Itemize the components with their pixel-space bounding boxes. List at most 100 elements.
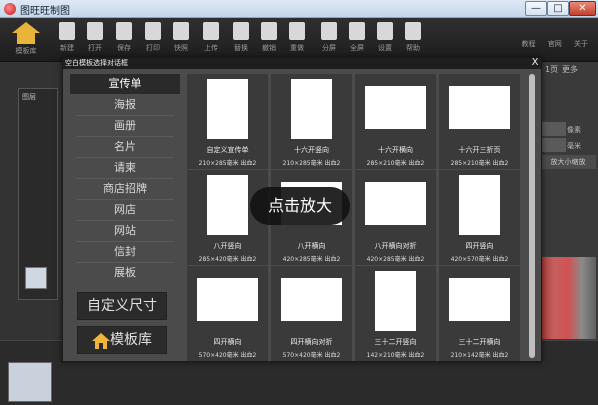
- category-online-store[interactable]: 网店: [70, 200, 180, 220]
- gear-icon: [377, 22, 393, 40]
- toolbar-label: 打开: [88, 44, 102, 52]
- page-indicator: 1页: [545, 65, 559, 74]
- category-display-board[interactable]: 展板: [70, 263, 180, 283]
- main-toolbar: 模板库 新建 打开 保存 打印 快照 上传 替换 撤销 重做 分屏 全屏 设置 帮助 教程 官网 关于: [0, 18, 598, 62]
- template-card[interactable]: 十六开竖向 210×285毫米 出血2: [271, 74, 352, 169]
- template-name: 八开竖向: [213, 242, 242, 250]
- toolbar-button-replace[interactable]: 替换: [228, 22, 254, 60]
- paper-preview: [197, 278, 258, 321]
- template-name: 四开横向对折: [290, 338, 333, 346]
- zoom-hint-tooltip: 点击放大: [250, 187, 350, 225]
- toolbar-button-new-file[interactable]: 新建: [54, 22, 80, 60]
- template-name: 四开竖向: [465, 242, 494, 250]
- paper-preview: [207, 175, 248, 235]
- height-field[interactable]: [540, 138, 566, 152]
- dialog-close-button[interactable]: X: [529, 57, 541, 69]
- toolbar-button-help[interactable]: 帮助: [400, 22, 426, 60]
- upload-icon: [203, 22, 219, 40]
- template-size: 142×210毫米 出血2: [366, 352, 425, 359]
- custom-size-button[interactable]: 自定义尺寸: [77, 292, 167, 320]
- camera-icon: [173, 22, 189, 40]
- toolbar-button-undo[interactable]: 撤销: [256, 22, 282, 60]
- toolbar-button-folder[interactable]: 打开: [82, 22, 108, 60]
- template-size: 285×210毫米 出血2: [450, 160, 509, 167]
- link-tutorial[interactable]: 教程: [522, 40, 536, 48]
- category-business-card[interactable]: 名片: [70, 137, 180, 157]
- minimize-button[interactable]: —: [525, 1, 547, 16]
- template-library-logo-button[interactable]: 模板库: [6, 22, 46, 60]
- toolbar-button-print[interactable]: 打印: [140, 22, 166, 60]
- paper-preview: [449, 278, 510, 321]
- top-links: 教程 官网 关于: [512, 39, 588, 49]
- toolbar-label: 打印: [146, 44, 160, 52]
- toolbar-button-gear[interactable]: 设置: [372, 22, 398, 60]
- window-titlebar: 图旺旺制图 — □ ✕: [0, 0, 598, 18]
- template-name: 八开横向对折: [374, 242, 417, 250]
- replace-icon: [233, 22, 249, 40]
- paper-preview: [207, 79, 248, 139]
- template-size: 285×210毫米 出血2: [366, 160, 425, 167]
- layers-panel: 图层: [18, 88, 58, 300]
- template-size: 285×420毫米 出血2: [198, 256, 257, 263]
- toolbar-button-split[interactable]: 分屏: [316, 22, 342, 60]
- category-poster[interactable]: 海报: [70, 95, 180, 115]
- category-website[interactable]: 网站: [70, 221, 180, 241]
- template-card[interactable]: 四开横向 570×420毫米 出血2: [187, 266, 268, 361]
- maximize-button[interactable]: □: [547, 1, 569, 16]
- template-card[interactable]: 三十二开竖向 142×210毫米 出血2: [355, 266, 436, 361]
- template-card[interactable]: 八开横向对折 420×285毫米 出血2: [355, 170, 436, 265]
- toolbar-label: 保存: [117, 44, 131, 52]
- paper-preview: [459, 175, 500, 235]
- paper-preview: [281, 278, 342, 321]
- template-size: 210×142毫米 出血2: [450, 352, 509, 359]
- layer-thumbnail[interactable]: [25, 267, 47, 289]
- paper-preview: [449, 86, 510, 129]
- fullscreen-icon: [349, 22, 365, 40]
- link-website[interactable]: 官网: [548, 40, 562, 48]
- template-size: 420×285毫米 出血2: [366, 256, 425, 263]
- undo-icon: [261, 22, 277, 40]
- category-invitation[interactable]: 请柬: [70, 158, 180, 178]
- redo-icon: [289, 22, 305, 40]
- template-card[interactable]: 自定义宣传单 210×285毫米 出血2: [187, 74, 268, 169]
- toolbar-button-camera[interactable]: 快照: [168, 22, 194, 60]
- new-file-icon: [59, 22, 75, 40]
- category-flyer[interactable]: 宣传单: [70, 74, 180, 94]
- template-name: 自定义宣传单: [206, 146, 249, 154]
- link-about[interactable]: 关于: [574, 40, 588, 48]
- template-card[interactable]: 四开横向对折 570×420毫米 出血2: [271, 266, 352, 361]
- toolbar-label: 上传: [204, 44, 218, 52]
- template-card[interactable]: 三十二开横向 210×142毫米 出血2: [439, 266, 520, 361]
- color-palette[interactable]: [540, 257, 596, 339]
- category-brochure[interactable]: 画册: [70, 116, 180, 136]
- folder-icon: [87, 22, 103, 40]
- paper-preview: [375, 271, 416, 331]
- toolbar-button-redo[interactable]: 重做: [284, 22, 310, 60]
- toolbar-button-fullscreen[interactable]: 全屏: [344, 22, 370, 60]
- template-card[interactable]: 十六开横向 285×210毫米 出血2: [355, 74, 436, 169]
- dialog-title: 空白模板选择对话框: [65, 59, 128, 67]
- template-card[interactable]: 十六开三折页 285×210毫米 出血2: [439, 74, 520, 169]
- category-envelope[interactable]: 信封: [70, 242, 180, 262]
- template-size: 210×285毫米 出血2: [282, 160, 341, 167]
- template-name: 三十二开横向: [458, 338, 501, 346]
- template-scrollbar[interactable]: [529, 74, 535, 358]
- category-shop-sign[interactable]: 商店招牌: [70, 179, 180, 199]
- toolbar-label: 重做: [290, 44, 304, 52]
- more-menu[interactable]: 更多: [562, 64, 578, 75]
- toolbar-button-save[interactable]: 保存: [111, 22, 137, 60]
- paper-preview: [291, 79, 332, 139]
- template-library-button[interactable]: 模板库: [77, 326, 167, 354]
- template-name: 八开横向: [297, 242, 326, 250]
- template-grid: 自定义宣传单 210×285毫米 出血2 十六开竖向 210×285毫米 出血2…: [187, 74, 524, 361]
- zoom-fit-button[interactable]: 放大小缩放: [540, 155, 596, 169]
- toolbar-label: 新建: [60, 44, 74, 52]
- close-window-button[interactable]: ✕: [569, 1, 596, 16]
- width-field[interactable]: [540, 122, 566, 136]
- template-size: 570×420毫米 出血2: [198, 352, 257, 359]
- page-thumbnail[interactable]: [8, 362, 52, 402]
- scrollbar-thumb[interactable]: [529, 74, 535, 358]
- template-card[interactable]: 四开竖向 420×570毫米 出血2: [439, 170, 520, 265]
- paper-preview: [365, 182, 426, 225]
- toolbar-button-upload[interactable]: 上传: [198, 22, 224, 60]
